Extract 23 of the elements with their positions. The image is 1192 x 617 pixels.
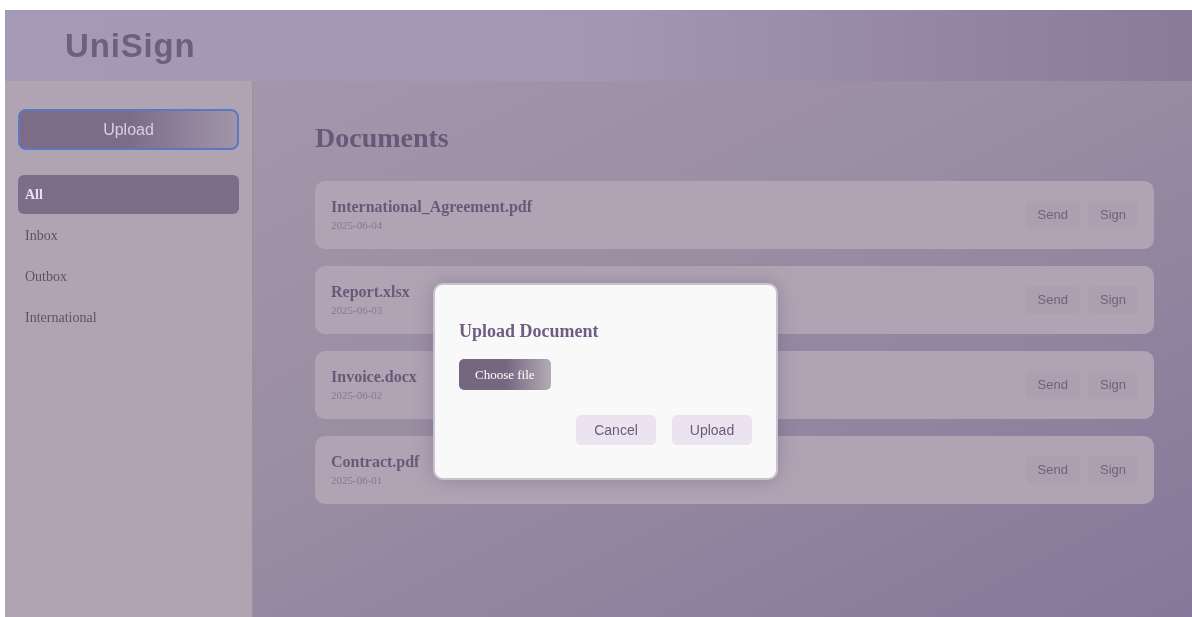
action-button[interactable]: Send: [1025, 371, 1080, 399]
action-button[interactable]: Sign: [1087, 201, 1138, 229]
choose-file-button[interactable]: Choose file: [459, 359, 551, 390]
logo: UniSign: [65, 25, 196, 66]
page-title: Documents: [315, 121, 450, 155]
document-name: Contract.pdf: [331, 451, 420, 472]
document-name: Report.xlsx: [331, 281, 410, 302]
action-button[interactable]: Send: [1025, 201, 1080, 229]
document-name: Invoice.docx: [331, 366, 417, 387]
upload-button[interactable]: Upload: [18, 109, 239, 150]
document-name: International_Agreement.pdf: [331, 196, 533, 217]
action-button[interactable]: Sign: [1087, 286, 1138, 314]
sidebar-item[interactable]: All: [18, 175, 239, 214]
sidebar-item[interactable]: International: [18, 298, 239, 337]
dialog-title: Upload Document: [459, 320, 600, 343]
sidebar-item[interactable]: Inbox: [18, 216, 239, 255]
dialog-button[interactable]: Upload: [672, 415, 752, 445]
dialog-button[interactable]: Cancel: [576, 415, 656, 445]
action-button[interactable]: Sign: [1087, 371, 1138, 399]
action-button[interactable]: Sign: [1087, 456, 1138, 484]
sidebar-item[interactable]: Outbox: [18, 257, 239, 296]
action-button[interactable]: Send: [1025, 286, 1080, 314]
action-button[interactable]: Send: [1025, 456, 1080, 484]
